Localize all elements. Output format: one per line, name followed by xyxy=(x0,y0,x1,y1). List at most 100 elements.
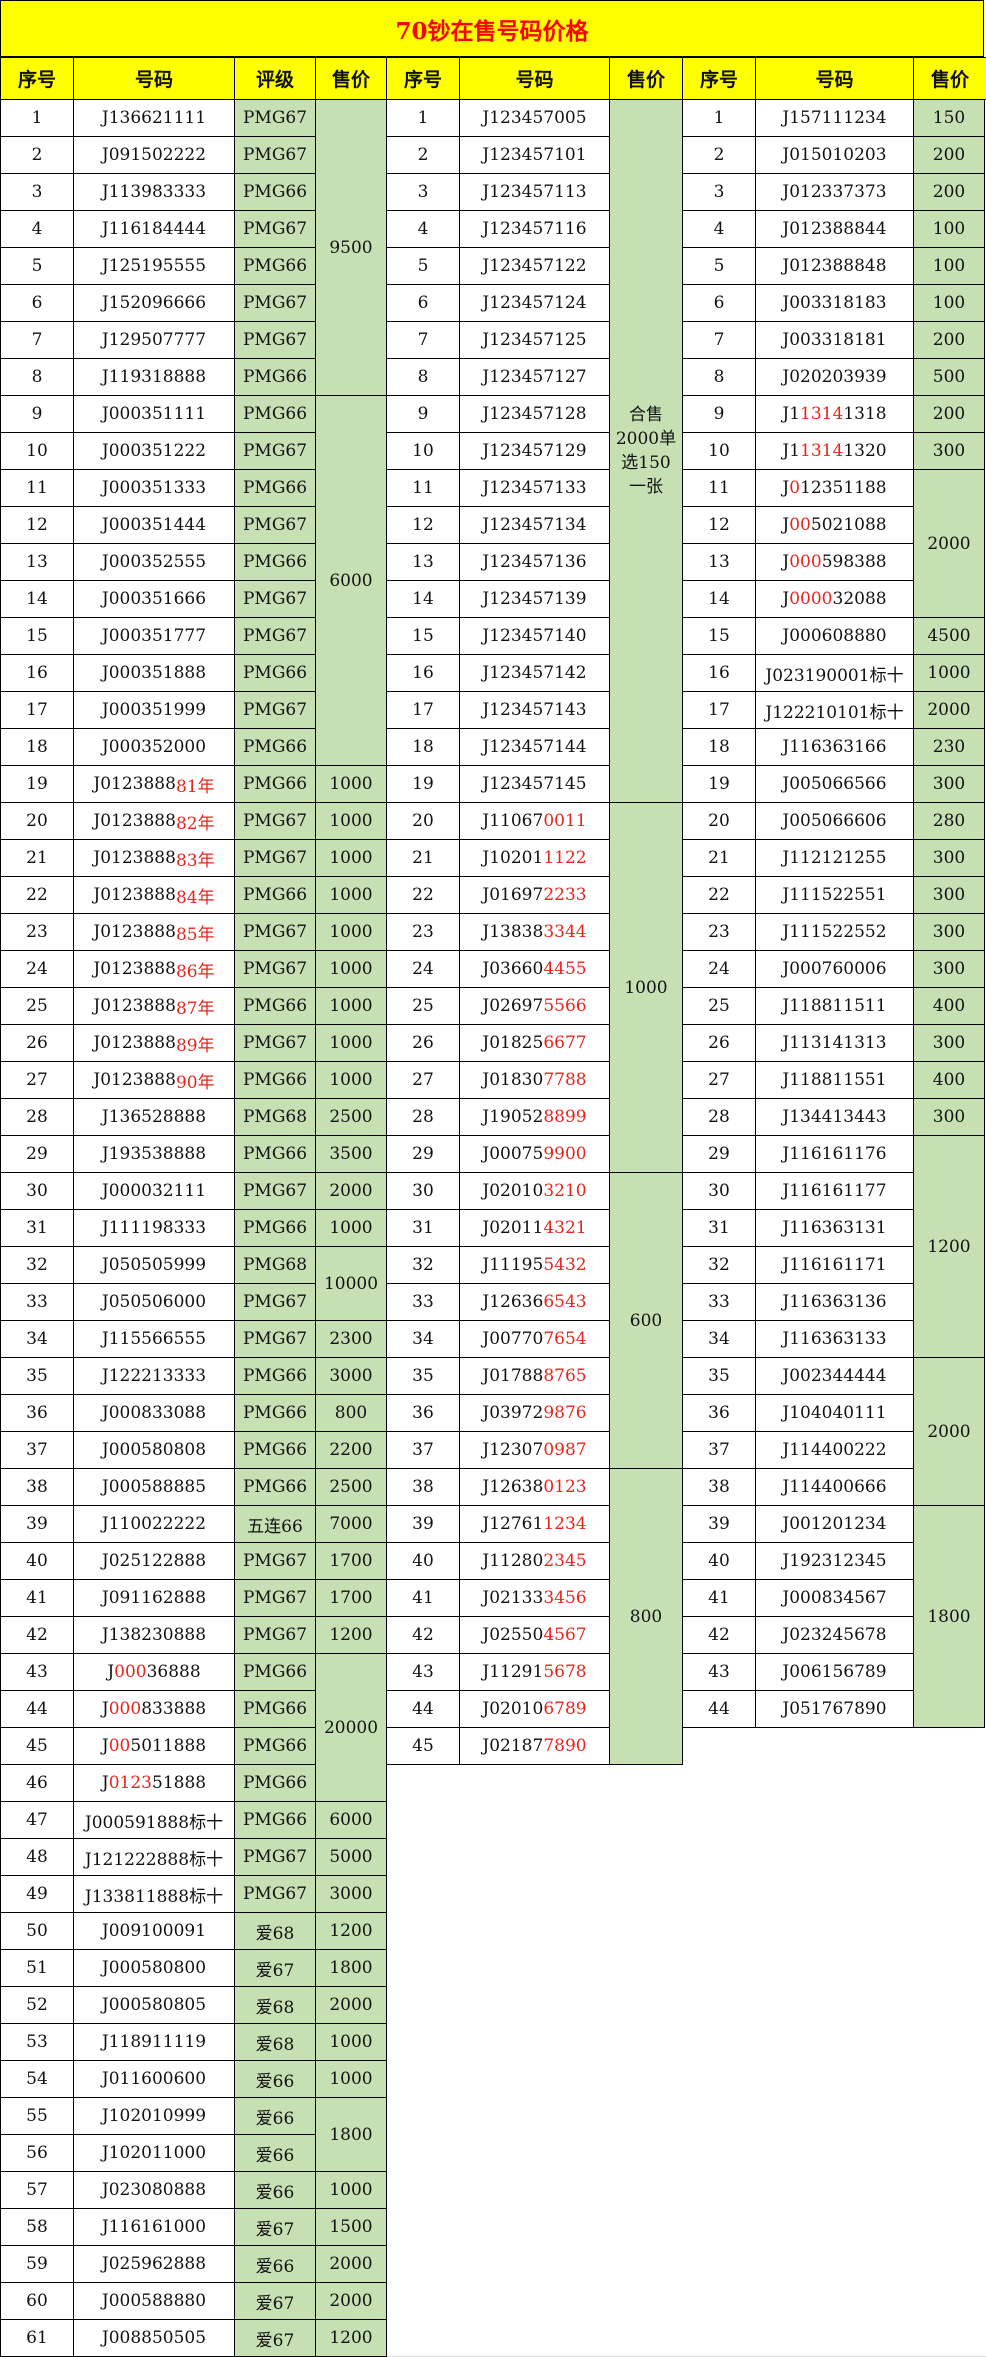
grade: PMG66 xyxy=(234,728,316,766)
grade: 爱67 xyxy=(234,2319,316,2357)
column-header: 号码 xyxy=(459,57,610,100)
grade: PMG66 xyxy=(234,1727,316,1765)
empty-cell xyxy=(459,2097,610,2135)
price: 800 xyxy=(609,1468,683,1765)
serial-number: J000580805 xyxy=(73,1986,235,2024)
row-index: 1 xyxy=(386,99,460,137)
price: 9500 xyxy=(315,99,387,396)
code-text: J011600600 xyxy=(101,2069,207,2089)
grade: 爱68 xyxy=(234,1986,316,2024)
serial-number: J123457142 xyxy=(459,654,610,692)
price: 2500 xyxy=(315,1098,387,1136)
row-index: 28 xyxy=(0,1098,74,1136)
empty-cell xyxy=(609,2171,683,2209)
grade: PMG67 xyxy=(234,580,316,618)
serial-number: J112121255 xyxy=(755,839,914,877)
price: 1000 xyxy=(315,2171,387,2209)
row-index: 35 xyxy=(0,1357,74,1395)
row-index: 1 xyxy=(682,99,756,137)
row-index: 41 xyxy=(0,1579,74,1617)
code-text: J102011000 xyxy=(101,2143,207,2163)
serial-number: J123457134 xyxy=(459,506,610,544)
grade: PMG67 xyxy=(234,210,316,248)
row-index: 29 xyxy=(682,1135,756,1173)
empty-cell xyxy=(755,1838,914,1876)
empty-cell xyxy=(386,2245,460,2283)
empty-cell xyxy=(386,2208,460,2246)
code-text: J104040111 xyxy=(782,1403,887,1423)
empty-cell xyxy=(755,2171,914,2209)
column-header: 售价 xyxy=(609,57,683,100)
serial-number: J000588885 xyxy=(73,1468,235,1506)
serial-number: J116161176 xyxy=(755,1135,914,1173)
code-text: J12638 xyxy=(482,1477,544,1497)
serial-number: J008850505 xyxy=(73,2319,235,2357)
row-index: 5 xyxy=(682,247,756,285)
price: 200 xyxy=(913,136,985,174)
serial-number: J116363131 xyxy=(755,1209,914,1247)
empty-cell xyxy=(755,2060,914,2098)
empty-cell xyxy=(755,1986,914,2024)
row-index: 18 xyxy=(386,728,460,766)
price: 2500 xyxy=(315,1468,387,1506)
row-index: 58 xyxy=(0,2208,74,2246)
code-text: J023245678 xyxy=(782,1625,887,1645)
empty-cell xyxy=(682,1764,756,1802)
price: 2300 xyxy=(315,1320,387,1358)
highlight-digits: 0 xyxy=(789,478,801,498)
serial-number: J157111234 xyxy=(755,99,914,137)
row-index: 41 xyxy=(682,1579,756,1617)
empty-cell xyxy=(386,1875,460,1913)
highlight-digits: 1234 xyxy=(543,1514,587,1534)
serial-number: J01697 2233 xyxy=(459,876,610,914)
code-text: J0123888 xyxy=(93,959,176,979)
code-text: J1 xyxy=(782,441,801,461)
price: 2000 xyxy=(315,2282,387,2320)
row-index: 17 xyxy=(682,691,756,729)
code-text: J xyxy=(101,1699,109,1719)
highlight-digits: 3210 xyxy=(543,1181,587,1201)
grade: PMG67 xyxy=(234,1283,316,1321)
code-text: J0123888 xyxy=(93,774,176,794)
code-text: J012388844 xyxy=(782,219,887,239)
highlight-digits: 2345 xyxy=(543,1551,587,1571)
price: 1200 xyxy=(315,1616,387,1654)
serial-number: J003318183 xyxy=(755,284,914,322)
serial-number: J123457101 xyxy=(459,136,610,174)
row-index: 28 xyxy=(682,1098,756,1136)
empty-cell xyxy=(459,1912,610,1950)
row-index: 56 xyxy=(0,2134,74,2172)
row-index: 32 xyxy=(386,1246,460,1284)
code-text: J xyxy=(101,1773,109,1793)
code-text: J000032111 xyxy=(101,1181,207,1201)
code-text: J003318181 xyxy=(782,330,887,350)
highlight-digits: 7788 xyxy=(543,1070,587,1090)
price: 300 xyxy=(913,1024,985,1062)
row-index: 35 xyxy=(386,1357,460,1395)
serial-number: J116363136 xyxy=(755,1283,914,1321)
row-index: 32 xyxy=(682,1246,756,1284)
code-text: J006156789 xyxy=(782,1662,887,1682)
empty-cell xyxy=(609,2245,683,2283)
price: 3000 xyxy=(315,1357,387,1395)
code-text: J025122888 xyxy=(101,1551,207,1571)
empty-cell xyxy=(682,1801,756,1839)
row-index: 36 xyxy=(682,1394,756,1432)
code-text: J000580808 xyxy=(101,1440,207,1460)
row-index: 40 xyxy=(682,1542,756,1580)
code-text: J02133 xyxy=(482,1588,544,1608)
serial-number: J000351333 xyxy=(73,469,235,507)
code-text: J12636 xyxy=(482,1292,544,1312)
highlight-digits: 3344 xyxy=(543,922,587,942)
code-text: J116161171 xyxy=(782,1255,887,1275)
price: 200 xyxy=(913,321,985,359)
serial-number: J116161177 xyxy=(755,1172,914,1210)
price: 1000 xyxy=(315,1061,387,1099)
price: 1200 xyxy=(315,2319,387,2357)
row-index: 30 xyxy=(386,1172,460,1210)
row-index: 3 xyxy=(0,173,74,211)
row-index: 30 xyxy=(0,1172,74,1210)
empty-cell xyxy=(755,1875,914,1913)
row-index: 31 xyxy=(682,1209,756,1247)
row-index: 20 xyxy=(0,802,74,840)
